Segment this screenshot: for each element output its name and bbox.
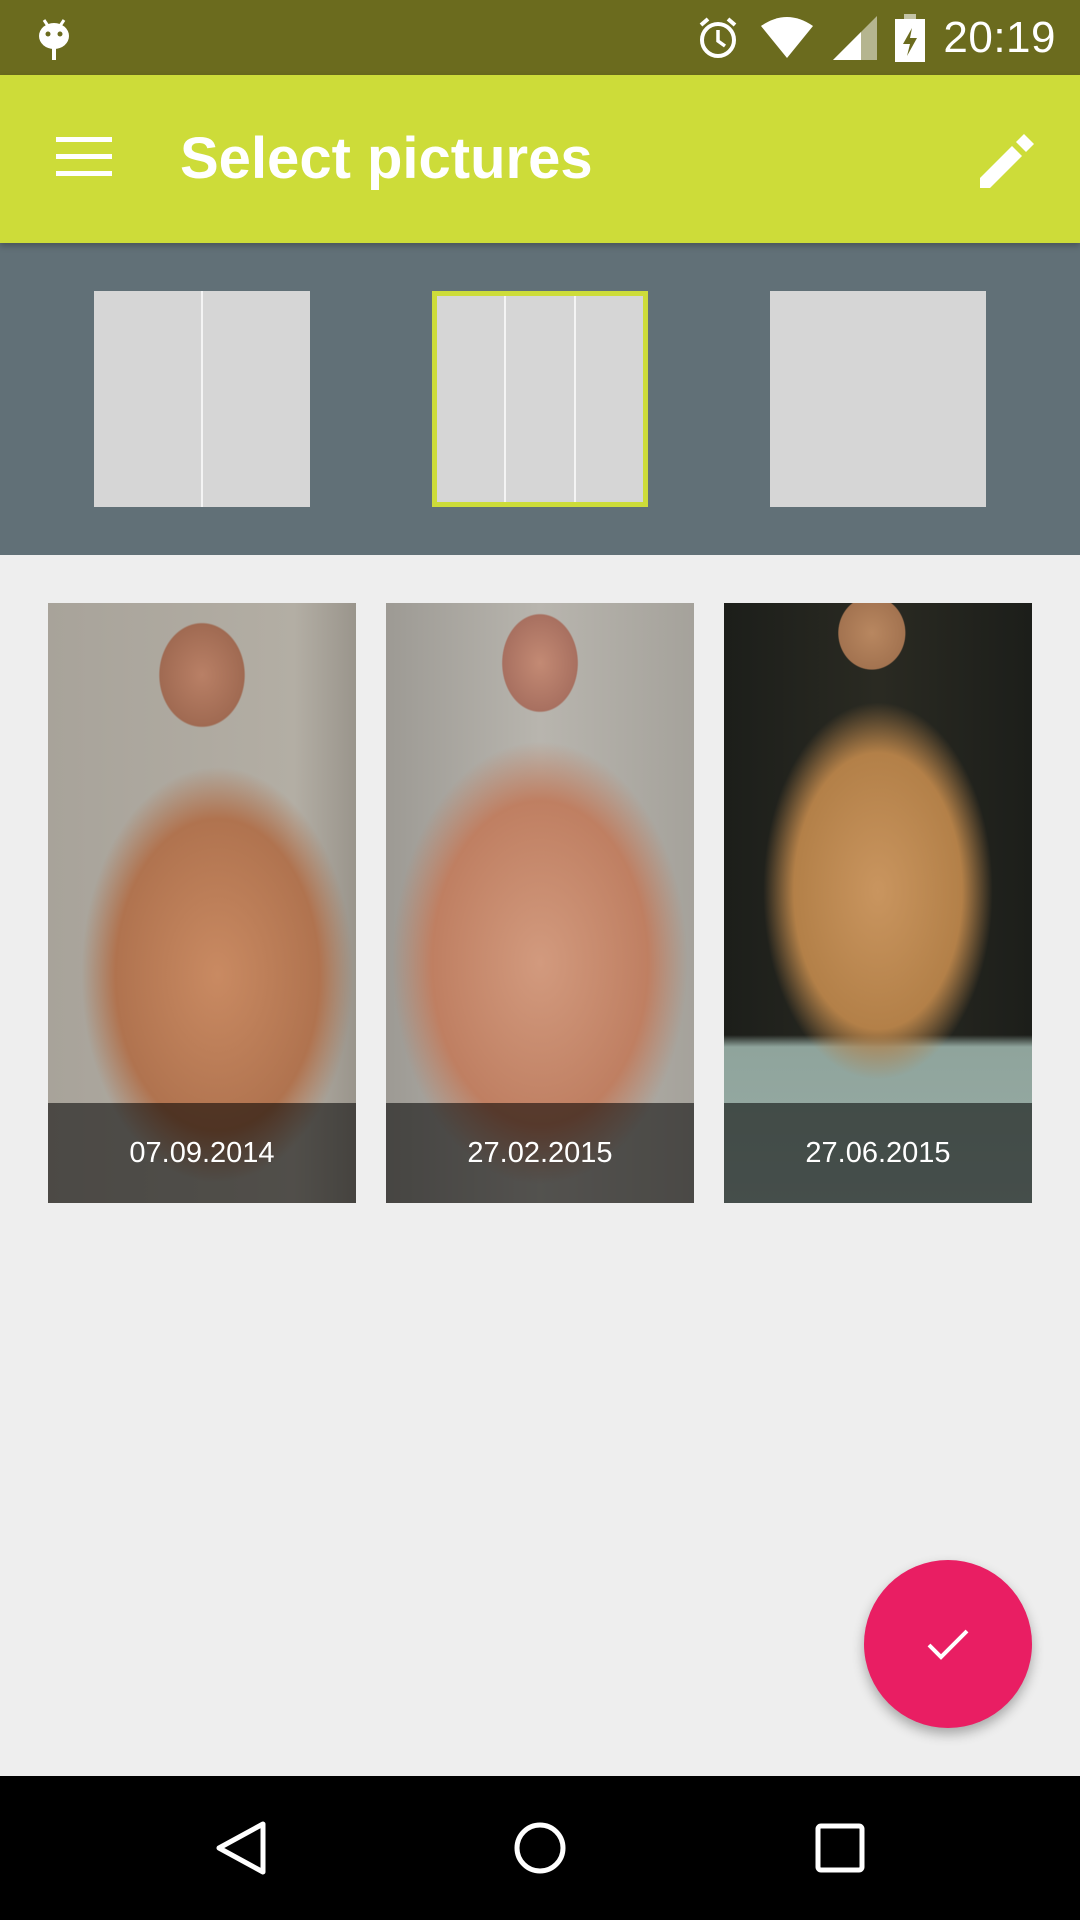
wifi-icon bbox=[761, 16, 814, 58]
recents-icon bbox=[815, 1823, 865, 1873]
home-button[interactable] bbox=[495, 1808, 585, 1888]
confirm-fab[interactable] bbox=[864, 1560, 1032, 1728]
system-nav-bar bbox=[0, 1776, 1080, 1920]
pencil-edit-icon[interactable] bbox=[978, 130, 1038, 190]
recents-button[interactable] bbox=[795, 1808, 885, 1888]
check-icon bbox=[927, 1629, 969, 1660]
battery-charging-icon bbox=[895, 13, 926, 62]
home-icon bbox=[514, 1822, 566, 1874]
layout-single[interactable] bbox=[770, 291, 986, 507]
photo-date: 07.09.2014 bbox=[48, 1103, 356, 1203]
photo-item[interactable]: 27.02.2015 bbox=[386, 603, 694, 1203]
photo-date: 27.02.2015 bbox=[386, 1103, 694, 1203]
photo-grid: 07.09.2014 27.02.2015 27.06.2015 bbox=[48, 603, 1032, 1203]
app-toolbar: Select pictures bbox=[0, 75, 1080, 243]
android-debug-icon bbox=[39, 19, 69, 60]
hamburger-menu-icon[interactable] bbox=[56, 135, 112, 179]
back-button[interactable] bbox=[196, 1808, 286, 1888]
status-bar: 20:19 bbox=[0, 0, 1080, 75]
alarm-icon bbox=[700, 16, 737, 58]
signal-icon bbox=[833, 15, 878, 60]
page-title: Select pictures bbox=[180, 126, 593, 191]
photo-item[interactable]: 07.09.2014 bbox=[48, 603, 356, 1203]
layout-picker bbox=[0, 243, 1080, 555]
photo-item[interactable]: 27.06.2015 bbox=[724, 603, 1032, 1203]
back-icon bbox=[216, 1821, 266, 1875]
status-time: 20:19 bbox=[943, 12, 1056, 62]
layout-two-columns[interactable] bbox=[94, 291, 310, 507]
layout-three-columns[interactable] bbox=[432, 291, 648, 507]
photo-date: 27.06.2015 bbox=[724, 1103, 1032, 1203]
